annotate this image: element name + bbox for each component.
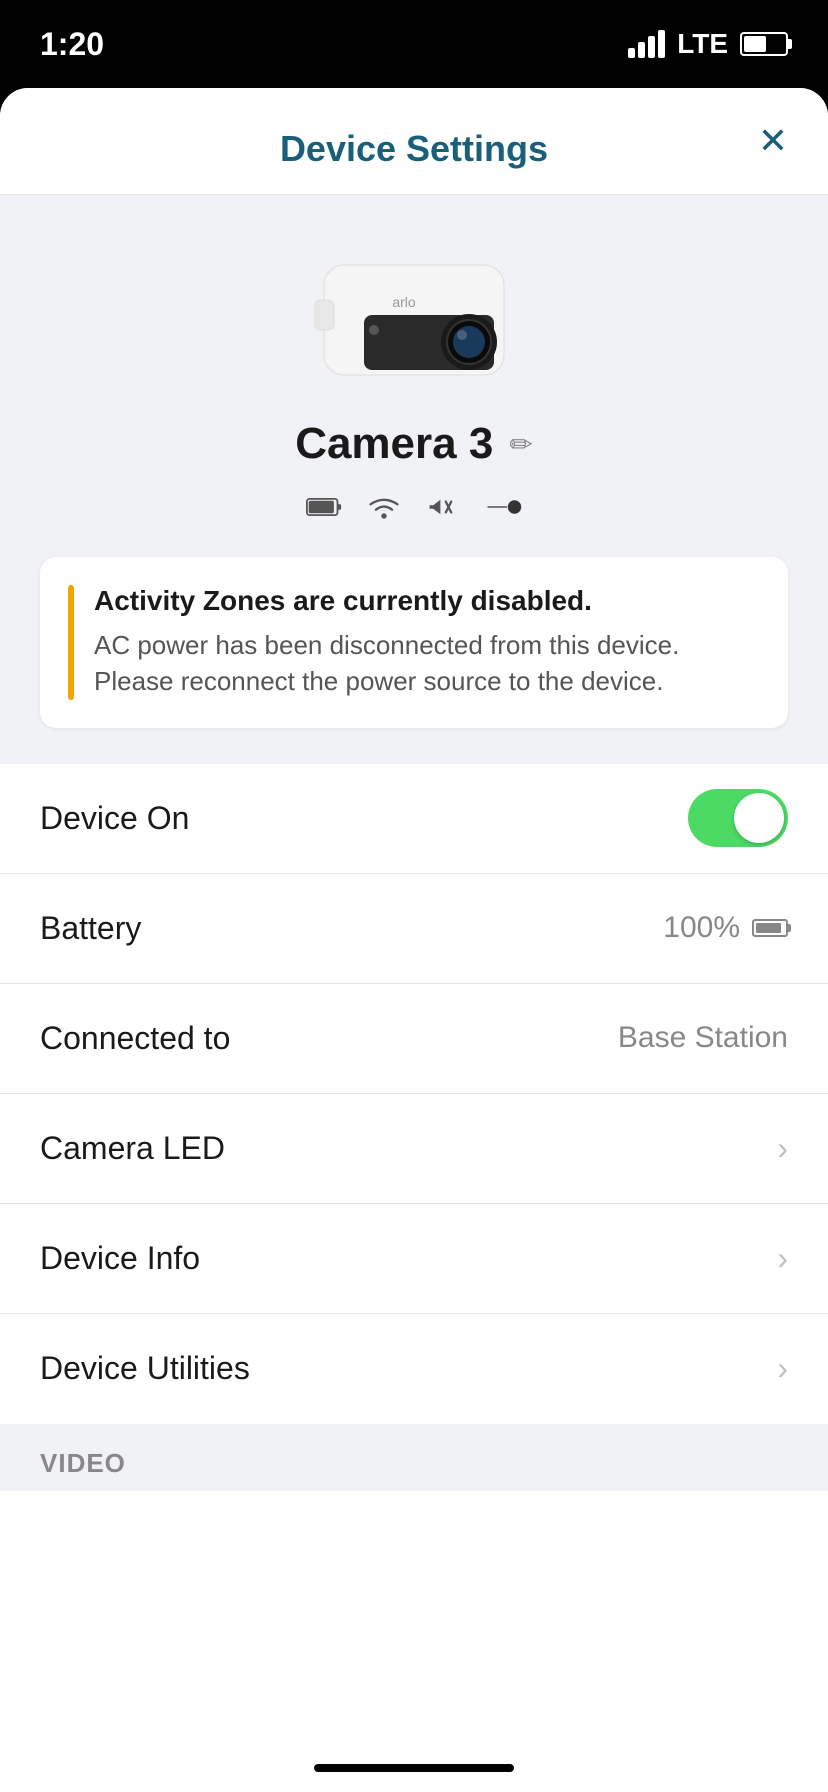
- status-bar: 1:20 LTE: [0, 0, 828, 88]
- wifi-icon: [366, 489, 402, 525]
- speaker-icon: [426, 489, 462, 525]
- battery-small-icon: [752, 919, 788, 937]
- device-info-label: Device Info: [40, 1240, 200, 1277]
- battery-row: Battery 100%: [0, 874, 828, 984]
- device-info-row[interactable]: Device Info ›: [0, 1204, 828, 1314]
- alert-content: Activity Zones are currently disabled. A…: [94, 585, 760, 700]
- device-on-row[interactable]: Device On: [0, 764, 828, 874]
- device-on-toggle[interactable]: [688, 789, 788, 847]
- battery-value-container: 100%: [663, 911, 788, 945]
- battery-percent: 100%: [663, 911, 740, 945]
- home-indicator: [314, 1764, 514, 1772]
- camera-section: arlo Camera 3 ✏: [0, 195, 828, 764]
- camera-led-row[interactable]: Camera LED ›: [0, 1094, 828, 1204]
- video-section-label: VIDEO: [40, 1448, 126, 1478]
- video-section-header: VIDEO: [0, 1424, 828, 1491]
- page-title: Device Settings: [280, 128, 548, 170]
- settings-list: Device On Battery 100% Connected to Base…: [0, 764, 828, 1424]
- device-utilities-chevron: ›: [777, 1350, 788, 1387]
- alert-bar: [68, 585, 74, 700]
- time-display: 1:20: [40, 26, 104, 63]
- modal-header: Device Settings ✕: [0, 88, 828, 195]
- record-icon: [486, 489, 522, 525]
- edit-icon[interactable]: ✏: [509, 428, 532, 461]
- connected-to-row: Connected to Base Station: [0, 984, 828, 1094]
- signal-bars-icon: [628, 30, 665, 58]
- camera-name: Camera 3: [295, 419, 493, 469]
- device-info-chevron: ›: [777, 1240, 788, 1277]
- alert-title: Activity Zones are currently disabled.: [94, 585, 760, 617]
- status-right: LTE: [628, 28, 788, 60]
- connected-to-value: Base Station: [618, 1021, 788, 1055]
- alert-body: AC power has been disconnected from this…: [94, 627, 760, 700]
- camera-image: arlo: [314, 235, 514, 395]
- alert-box: Activity Zones are currently disabled. A…: [40, 557, 788, 728]
- camera-name-row: Camera 3 ✏: [295, 419, 533, 469]
- battery-status-icon: [740, 32, 788, 56]
- connected-to-text: Base Station: [618, 1021, 788, 1055]
- camera-battery-icon: [306, 489, 342, 525]
- close-button[interactable]: ✕: [758, 123, 788, 159]
- main-card: Device Settings ✕ arlo: [0, 88, 828, 1792]
- lte-label: LTE: [677, 28, 728, 60]
- camera-led-chevron: ›: [777, 1130, 788, 1167]
- device-on-label: Device On: [40, 800, 189, 837]
- battery-label: Battery: [40, 910, 141, 947]
- device-utilities-label: Device Utilities: [40, 1350, 250, 1387]
- connected-to-label: Connected to: [40, 1020, 230, 1057]
- device-utilities-row[interactable]: Device Utilities ›: [0, 1314, 828, 1424]
- toggle-knob: [734, 793, 784, 843]
- camera-led-label: Camera LED: [40, 1130, 225, 1167]
- camera-status-icons: [306, 489, 522, 525]
- svg-text:arlo: arlo: [392, 294, 416, 310]
